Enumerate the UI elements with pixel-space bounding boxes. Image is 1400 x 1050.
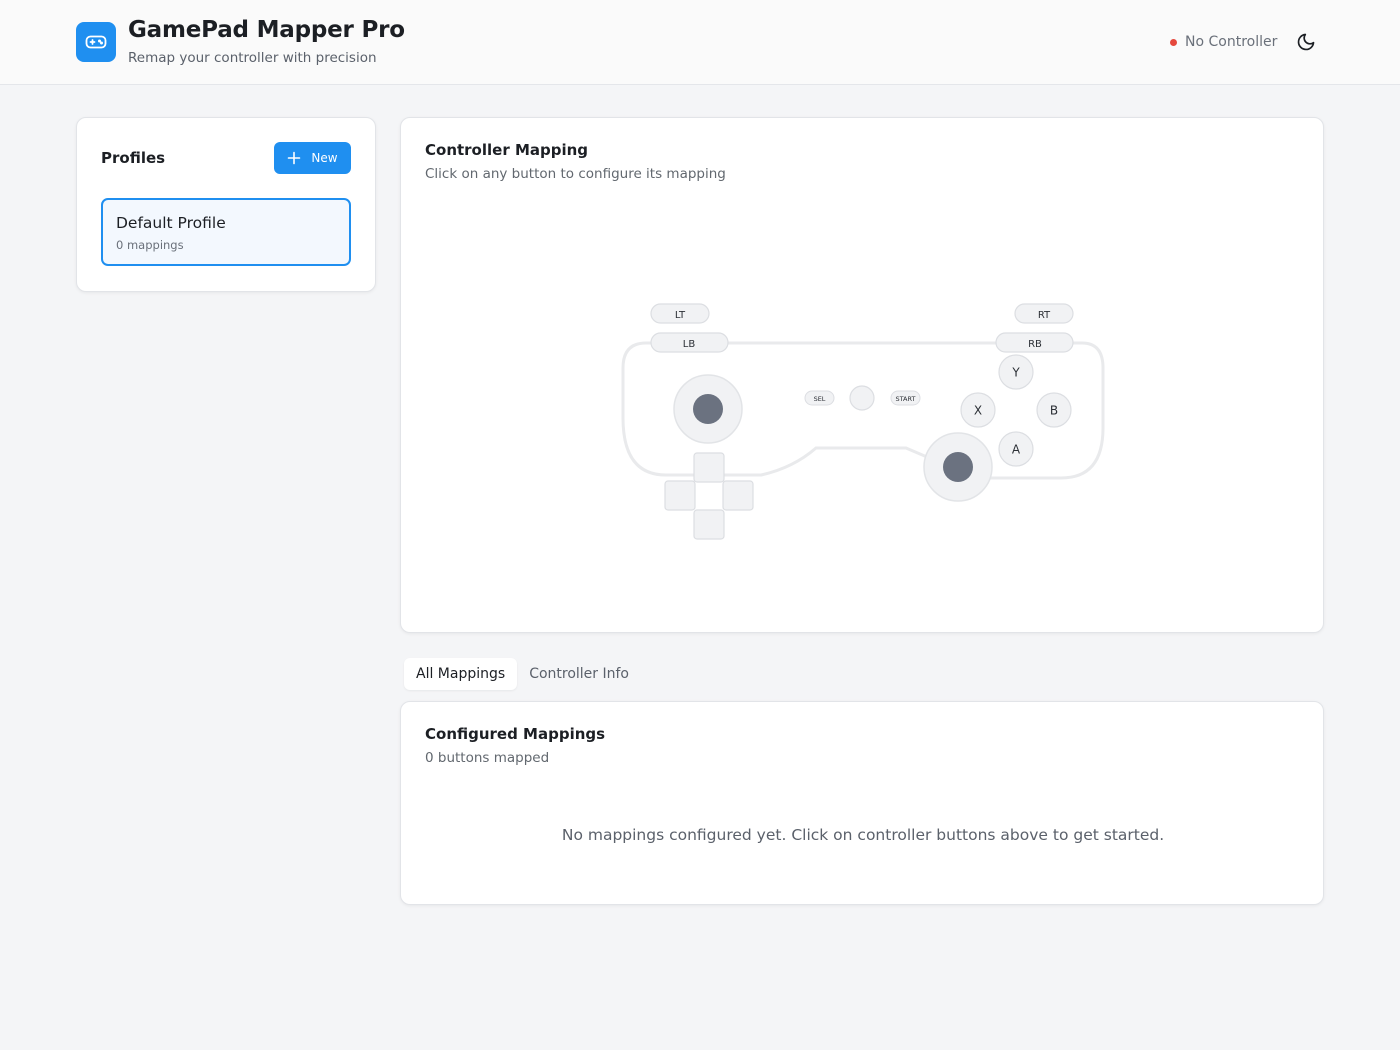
a-button[interactable]: A bbox=[998, 431, 1034, 467]
y-button[interactable]: Y bbox=[998, 354, 1034, 390]
lt-button[interactable]: LT bbox=[650, 303, 710, 324]
x-button[interactable]: X bbox=[960, 392, 996, 428]
rt-button[interactable]: RT bbox=[1014, 303, 1074, 324]
b-button[interactable]: B bbox=[1036, 392, 1072, 428]
left-stick[interactable] bbox=[673, 374, 743, 444]
status-text: No Controller bbox=[1185, 34, 1278, 50]
a-label: A bbox=[1012, 443, 1021, 457]
select-button[interactable]: SEL bbox=[804, 390, 835, 406]
b-label: B bbox=[1050, 404, 1058, 418]
gamepad-icon bbox=[85, 35, 107, 49]
right-stick[interactable] bbox=[923, 432, 993, 502]
app-logo bbox=[76, 22, 116, 62]
configured-mappings-card: Configured Mappings 0 buttons mapped No … bbox=[400, 701, 1324, 905]
start-button[interactable]: START bbox=[890, 390, 921, 406]
dpad-left[interactable] bbox=[664, 480, 696, 511]
rb-button[interactable]: RB bbox=[995, 332, 1074, 353]
profile-name: Default Profile bbox=[116, 214, 226, 232]
new-profile-button[interactable]: New bbox=[274, 142, 351, 174]
controller-diagram: LT RT LB RB SEL START Y X B A bbox=[621, 303, 1105, 540]
lt-label: LT bbox=[675, 310, 686, 321]
profiles-title: Profiles bbox=[101, 149, 166, 167]
configured-mappings-title: Configured Mappings bbox=[425, 725, 606, 743]
lb-label: LB bbox=[683, 339, 696, 350]
tab-all-mappings[interactable]: All Mappings bbox=[404, 658, 518, 690]
start-label: START bbox=[895, 395, 915, 403]
app-header: GamePad Mapper Pro Remap your controller… bbox=[0, 0, 1400, 85]
configured-mappings-count: 0 buttons mapped bbox=[425, 750, 550, 766]
moon-icon bbox=[1297, 33, 1315, 51]
empty-state-message: No mappings configured yet. Click on con… bbox=[561, 826, 1165, 844]
status-dot-icon bbox=[1170, 38, 1177, 46]
controller-mapping-card: Controller Mapping Click on any button t… bbox=[400, 117, 1324, 633]
app-title: GamePad Mapper Pro bbox=[128, 17, 405, 43]
profiles-card: Profiles New Default Profile 0 mappings bbox=[76, 117, 376, 292]
connection-status: No Controller bbox=[1170, 33, 1277, 51]
profile-item-default[interactable]: Default Profile 0 mappings bbox=[101, 198, 351, 266]
y-label: Y bbox=[1011, 366, 1020, 380]
dpad-up[interactable] bbox=[693, 452, 725, 483]
lb-button[interactable]: LB bbox=[650, 332, 729, 353]
rt-label: RT bbox=[1038, 310, 1051, 321]
plus-icon bbox=[288, 151, 301, 165]
theme-toggle-button[interactable] bbox=[1292, 28, 1320, 56]
mapping-tabs: All Mappings Controller Info bbox=[400, 658, 641, 692]
new-profile-label: New bbox=[311, 151, 338, 165]
dpad-right[interactable] bbox=[722, 480, 754, 511]
profile-mapping-count: 0 mappings bbox=[116, 238, 184, 252]
rb-label: RB bbox=[1028, 339, 1042, 350]
x-label: X bbox=[974, 404, 982, 418]
dpad-down[interactable] bbox=[693, 509, 725, 540]
home-button[interactable] bbox=[849, 385, 875, 411]
app-subtitle: Remap your controller with precision bbox=[128, 50, 377, 66]
tab-controller-info[interactable]: Controller Info bbox=[517, 658, 641, 690]
select-label: SEL bbox=[814, 395, 826, 403]
